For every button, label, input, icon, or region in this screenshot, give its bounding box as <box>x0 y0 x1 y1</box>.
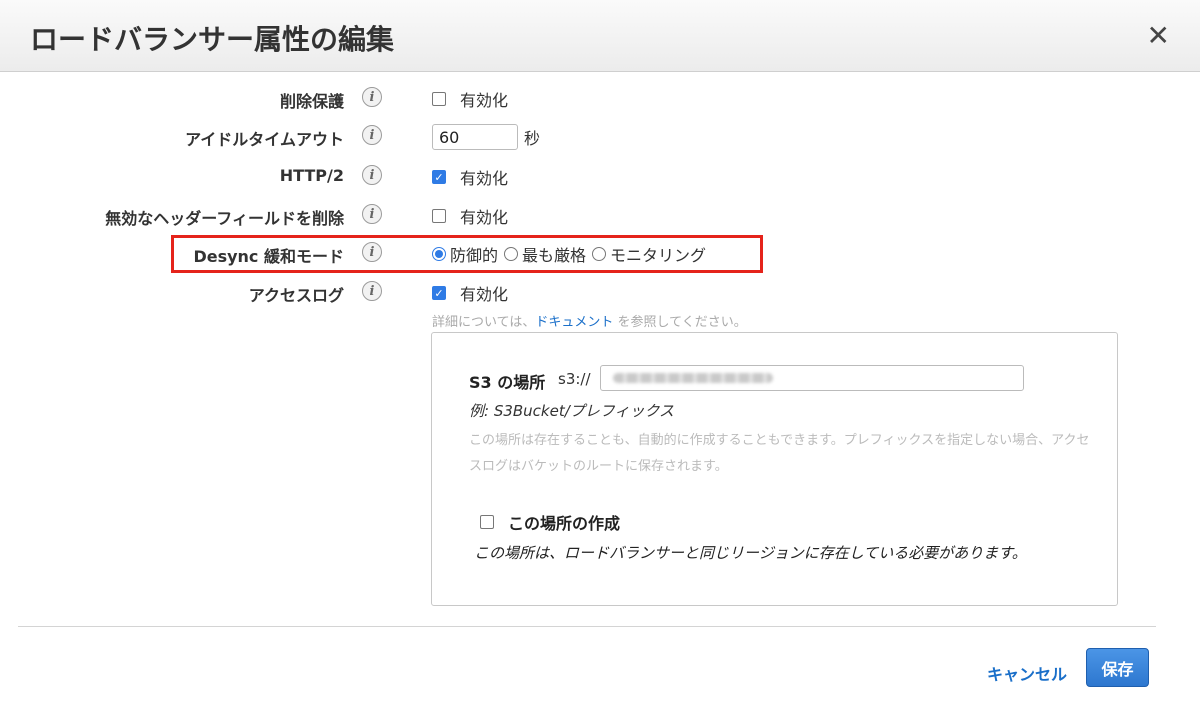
save-button[interactable]: 保存 <box>1086 648 1149 687</box>
info-icon[interactable]: i <box>362 281 382 301</box>
desync-option-defensive: 防御的 <box>450 246 499 265</box>
s3-location-input[interactable] <box>600 365 1024 391</box>
create-location-note: この場所は、ロードバランサーと同じリージョンに存在している必要があります。 <box>474 544 1027 562</box>
dialog-title: ロードバランサー属性の編集 <box>30 23 395 56</box>
drop-invalid-headers-checkbox-label: 有効化 <box>460 208 509 227</box>
access-logs-label: アクセスログ <box>248 286 344 305</box>
desync-radio-strictest[interactable] <box>504 247 519 261</box>
info-icon[interactable]: i <box>362 204 382 224</box>
desync-radio-monitor[interactable] <box>592 247 607 261</box>
docs-link[interactable]: ドキュメント <box>535 315 613 330</box>
desync-radio-defensive[interactable] <box>432 247 446 261</box>
docs-suffix: を参照してください。 <box>613 315 747 330</box>
drop-invalid-headers-label: 無効なヘッダーフィールドを削除 <box>105 209 344 228</box>
docs-line: 詳細については、ドキュメント を参照してください。 <box>432 311 747 330</box>
row-idle-timeout: アイドルタイムアウト i 秒 <box>0 122 1200 152</box>
deletion-protection-checkbox-label: 有効化 <box>460 91 509 110</box>
access-logs-checkbox-label: 有効化 <box>460 285 509 304</box>
close-icon[interactable]: ✕ <box>1147 22 1170 50</box>
row-access-logs: アクセスログ i ✓ 有効化 <box>0 278 1200 308</box>
deletion-protection-label: 削除保護 <box>279 92 344 111</box>
create-location-label: この場所の作成 <box>508 514 621 533</box>
desync-mode-label: Desync 緩和モード <box>193 247 344 266</box>
info-icon[interactable]: i <box>362 165 382 185</box>
dialog-header: ロードバランサー属性の編集 ✕ <box>0 0 1200 72</box>
s3-settings-panel: S3 の場所 s3:// 例: S3Bucket/プレフィックス この場所は存在… <box>431 332 1118 606</box>
s3-location-label: S3 の場所 <box>469 373 546 392</box>
cancel-button[interactable]: キャンセル <box>987 661 1067 685</box>
create-location-checkbox[interactable] <box>480 515 494 529</box>
info-icon[interactable]: i <box>362 242 382 262</box>
docs-prefix: 詳細については、 <box>432 315 536 330</box>
http2-checkbox[interactable]: ✓ <box>432 170 446 184</box>
row-drop-invalid-headers: 無効なヘッダーフィールドを削除 i 有効化 <box>0 201 1200 231</box>
access-logs-checkbox[interactable]: ✓ <box>432 286 446 300</box>
create-location-row: この場所の作成 <box>480 511 620 533</box>
s3-prefix: s3:// <box>558 370 591 388</box>
s3-example: 例: S3Bucket/プレフィックス <box>469 402 675 420</box>
row-deletion-protection: 削除保護 i 有効化 <box>0 84 1200 114</box>
drop-invalid-headers-checkbox[interactable] <box>432 209 446 223</box>
idle-timeout-unit: 秒 <box>524 129 541 148</box>
http2-checkbox-label: 有効化 <box>460 169 509 188</box>
row-desync-mode: Desync 緩和モード i 防御的 最も厳格 モニタリング <box>0 239 1200 269</box>
desync-option-strictest: 最も厳格 <box>522 246 587 265</box>
desync-option-monitor: モニタリング <box>610 246 707 265</box>
http2-label: HTTP/2 <box>279 166 344 185</box>
info-icon[interactable]: i <box>362 125 382 145</box>
s3-help-text: この場所は存在することも、自動的に作成することもできます。プレフィックスを指定し… <box>469 433 1090 474</box>
footer-divider <box>18 626 1156 627</box>
blurred-bucket-name <box>613 373 773 383</box>
idle-timeout-input[interactable] <box>432 124 518 150</box>
row-http2: HTTP/2 i ✓ 有効化 <box>0 162 1200 192</box>
info-icon[interactable]: i <box>362 87 382 107</box>
idle-timeout-label: アイドルタイムアウト <box>185 130 344 149</box>
deletion-protection-checkbox[interactable] <box>432 92 446 106</box>
